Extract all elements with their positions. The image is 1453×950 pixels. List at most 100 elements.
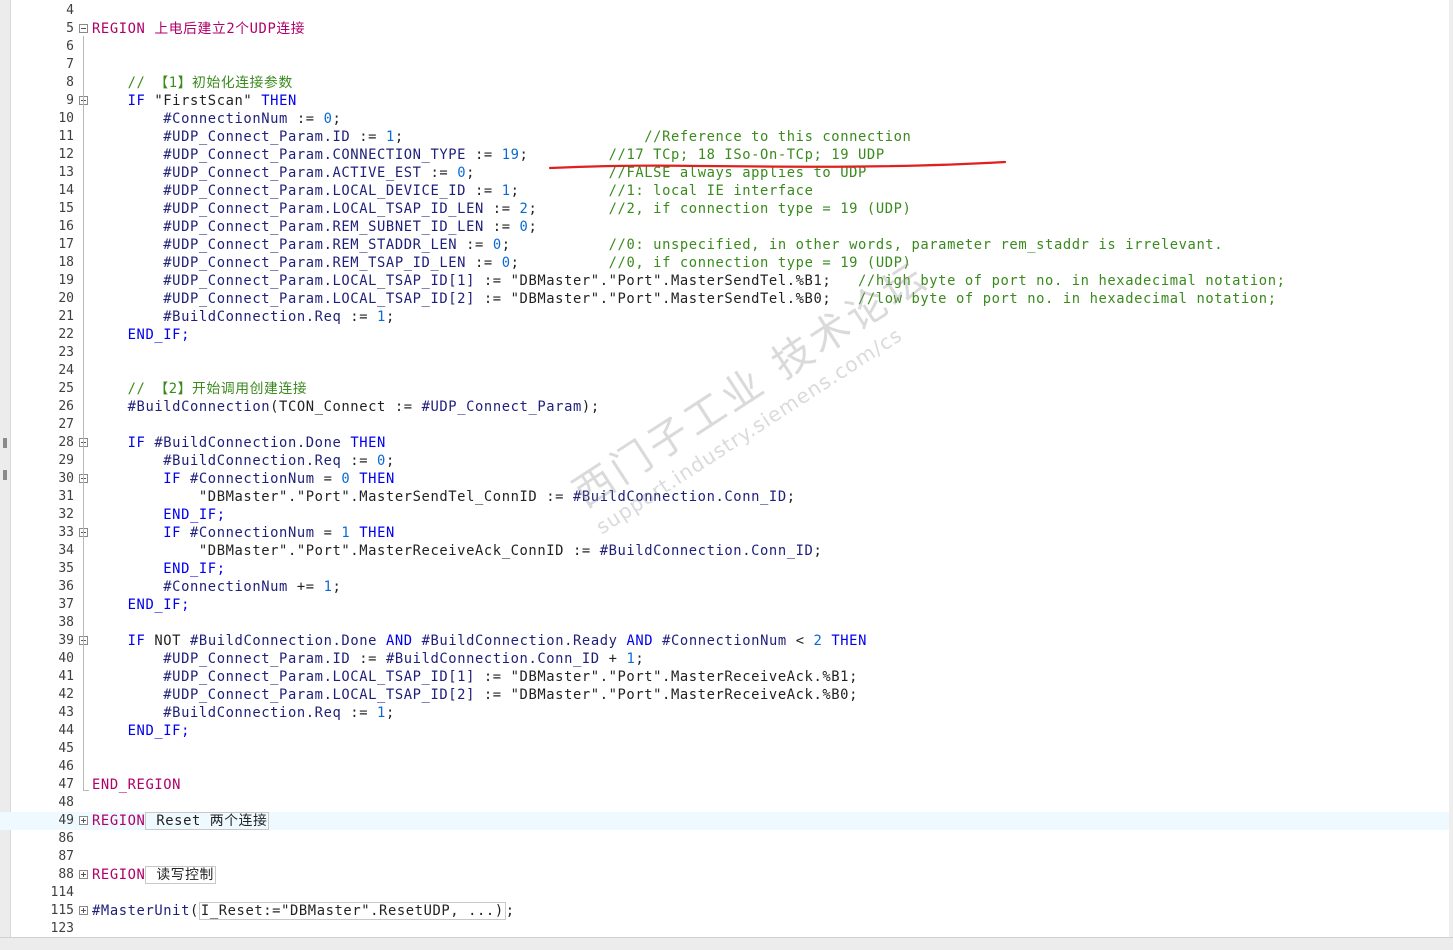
code-line[interactable]: 123 (0, 920, 1453, 938)
code-text[interactable]: END_IF; (92, 722, 190, 740)
code-line[interactable]: 9 IF "FirstScan" THEN (0, 92, 1453, 110)
code-text[interactable]: #ConnectionNum += 1; (92, 578, 341, 596)
code-line[interactable]: 12 #UDP_Connect_Param.CONNECTION_TYPE :=… (0, 146, 1453, 164)
code-line[interactable]: 47 END_REGION (0, 776, 1453, 794)
code-line[interactable]: 32 END_IF; (0, 506, 1453, 524)
code-text[interactable]: IF #ConnectionNum = 0 THEN (92, 470, 395, 488)
code-line[interactable]: 23 (0, 344, 1453, 362)
code-line[interactable]: 16 #UDP_Connect_Param.REM_SUBNET_ID_LEN … (0, 218, 1453, 236)
code-line[interactable]: 114 (0, 884, 1453, 902)
code-line[interactable]: 28 IF #BuildConnection.Done THEN (0, 434, 1453, 452)
vertical-scrollbar[interactable] (1449, 0, 1453, 937)
code-text[interactable]: // 【1】初始化连接参数 (92, 74, 293, 92)
code-text[interactable]: #UDP_Connect_Param.ID := #BuildConnectio… (92, 650, 644, 668)
code-line[interactable]: 115 #MasterUnit(I_Reset:="DBMaster".Reset… (0, 902, 1453, 920)
code-line[interactable]: 13 #UDP_Connect_Param.ACTIVE_EST := 0; /… (0, 164, 1453, 182)
code-line[interactable]: 15 #UDP_Connect_Param.LOCAL_TSAP_ID_LEN … (0, 200, 1453, 218)
code-text[interactable]: IF NOT #BuildConnection.Done AND #BuildC… (92, 632, 867, 650)
code-text[interactable]: #UDP_Connect_Param.LOCAL_TSAP_ID[2] := "… (92, 290, 1277, 308)
code-line[interactable]: 5 REGION 上电后建立2个UDP连接 (0, 20, 1453, 38)
code-line[interactable]: 10 #ConnectionNum := 0; (0, 110, 1453, 128)
code-line[interactable]: 19 #UDP_Connect_Param.LOCAL_TSAP_ID[1] :… (0, 272, 1453, 290)
code-text[interactable]: #UDP_Connect_Param.LOCAL_TSAP_ID[1] := "… (92, 272, 1286, 290)
code-line[interactable]: 30 IF #ConnectionNum = 0 THEN (0, 470, 1453, 488)
code-line[interactable]: 18 #UDP_Connect_Param.REM_TSAP_ID_LEN :=… (0, 254, 1453, 272)
code-text[interactable]: #BuildConnection(TCON_Connect := #UDP_Co… (92, 398, 600, 416)
code-text[interactable]: #BuildConnection.Req := 0; (92, 452, 395, 470)
horizontal-scrollbar[interactable] (0, 937, 1453, 950)
code-line[interactable]: 20 #UDP_Connect_Param.LOCAL_TSAP_ID[2] :… (0, 290, 1453, 308)
code-line[interactable]: 21 #BuildConnection.Req := 1; (0, 308, 1453, 326)
code-line[interactable]: 49 REGION Reset 两个连接 (0, 812, 1453, 830)
code-line[interactable]: 41 #UDP_Connect_Param.LOCAL_TSAP_ID[1] :… (0, 668, 1453, 686)
code-line[interactable]: 43 #BuildConnection.Req := 1; (0, 704, 1453, 722)
code-text[interactable]: REGION 读写控制 (92, 866, 216, 884)
code-line[interactable]: 36 #ConnectionNum += 1; (0, 578, 1453, 596)
code-line[interactable]: 37 END_IF; (0, 596, 1453, 614)
code-line[interactable]: 22 END_IF; (0, 326, 1453, 344)
code-text[interactable]: #UDP_Connect_Param.LOCAL_DEVICE_ID := 1;… (92, 182, 813, 200)
code-line[interactable]: 11 #UDP_Connect_Param.ID := 1; //Referen… (0, 128, 1453, 146)
code-text[interactable]: #UDP_Connect_Param.REM_STADDR_LEN := 0; … (92, 236, 1223, 254)
code-line[interactable]: 33 IF #ConnectionNum = 1 THEN (0, 524, 1453, 542)
code-line[interactable]: 7 (0, 56, 1453, 74)
code-text[interactable]: #UDP_Connect_Param.REM_TSAP_ID_LEN := 0;… (92, 254, 911, 272)
code-line[interactable]: 45 (0, 740, 1453, 758)
code-text[interactable]: REGION 上电后建立2个UDP连接 (92, 20, 305, 38)
code-text[interactable]: #UDP_Connect_Param.LOCAL_TSAP_ID[2] := "… (92, 686, 858, 704)
code-text[interactable]: #MasterUnit(I_Reset:="DBMaster".ResetUDP… (92, 902, 515, 920)
code-line[interactable]: 6 (0, 38, 1453, 56)
collapsed-region-label[interactable]: I_Reset:="DBMaster".ResetUDP, ...) (198, 902, 506, 920)
code-text[interactable]: #UDP_Connect_Param.REM_SUBNET_ID_LEN := … (92, 218, 537, 236)
code-text[interactable]: #BuildConnection.Req := 1; (92, 704, 395, 722)
code-text[interactable]: END_IF; (92, 326, 190, 344)
code-line[interactable]: 25 // 【2】开始调用创建连接 (0, 380, 1453, 398)
code-line[interactable]: 39 IF NOT #BuildConnection.Done AND #Bui… (0, 632, 1453, 650)
code-line[interactable]: 31 "DBMaster"."Port".MasterSendTel_ConnI… (0, 488, 1453, 506)
code-text[interactable]: END_IF; (92, 560, 226, 578)
code-line[interactable]: 86 (0, 830, 1453, 848)
code-line[interactable]: 29 #BuildConnection.Req := 0; (0, 452, 1453, 470)
expand-fold-icon[interactable] (79, 816, 88, 825)
code-text[interactable]: // 【2】开始调用创建连接 (92, 380, 307, 398)
code-line[interactable]: 44 END_IF; (0, 722, 1453, 740)
code-line[interactable]: 40 #UDP_Connect_Param.ID := #BuildConnec… (0, 650, 1453, 668)
collapsed-region-label[interactable]: 读写控制 (145, 866, 216, 884)
code-text[interactable]: #UDP_Connect_Param.LOCAL_TSAP_ID[1] := "… (92, 668, 858, 686)
code-line[interactable]: 14 #UDP_Connect_Param.LOCAL_DEVICE_ID :=… (0, 182, 1453, 200)
scl-code-editor[interactable]: 4 5 REGION 上电后建立2个UDP连接 6 7 8 // 【1】初始化连接参数 9 … (0, 0, 1453, 950)
code-line[interactable]: 4 (0, 2, 1453, 20)
code-text[interactable]: #UDP_Connect_Param.ID := 1; //Reference … (92, 128, 911, 146)
expand-fold-icon[interactable] (79, 870, 88, 879)
code-text[interactable]: IF #ConnectionNum = 1 THEN (92, 524, 395, 542)
code-line[interactable]: 88 REGION 读写控制 (0, 866, 1453, 884)
code-line[interactable]: 26 #BuildConnection(TCON_Connect := #UDP… (0, 398, 1453, 416)
code-line[interactable]: 24 (0, 362, 1453, 380)
collapsed-region-label[interactable]: Reset 两个连接 (145, 812, 270, 830)
code-text[interactable]: END_IF; (92, 506, 226, 524)
code-line[interactable]: 34 "DBMaster"."Port".MasterReceiveAck_Co… (0, 542, 1453, 560)
code-line[interactable]: 38 (0, 614, 1453, 632)
code-text[interactable]: END_IF; (92, 596, 190, 614)
code-line[interactable]: 87 (0, 848, 1453, 866)
code-text[interactable]: IF "FirstScan" THEN (92, 92, 297, 110)
code-text[interactable]: #UDP_Connect_Param.LOCAL_TSAP_ID_LEN := … (92, 200, 911, 218)
code-text[interactable]: #UDP_Connect_Param.ACTIVE_EST := 0; //FA… (92, 164, 867, 182)
code-line[interactable]: 27 (0, 416, 1453, 434)
code-text[interactable]: REGION Reset 两个连接 (92, 812, 270, 830)
code-text[interactable]: END_REGION (92, 776, 181, 794)
code-text[interactable]: #BuildConnection.Req := 1; (92, 308, 395, 326)
code-text[interactable]: #UDP_Connect_Param.CONNECTION_TYPE := 19… (92, 146, 885, 164)
code-text[interactable]: #ConnectionNum := 0; (92, 110, 341, 128)
code-line[interactable]: 17 #UDP_Connect_Param.REM_STADDR_LEN := … (0, 236, 1453, 254)
expand-fold-icon[interactable] (79, 906, 88, 915)
code-text[interactable]: IF #BuildConnection.Done THEN (92, 434, 386, 452)
code-line[interactable]: 46 (0, 758, 1453, 776)
code-line[interactable]: 48 (0, 794, 1453, 812)
code-line[interactable]: 8 // 【1】初始化连接参数 (0, 74, 1453, 92)
code-line[interactable]: 42 #UDP_Connect_Param.LOCAL_TSAP_ID[2] :… (0, 686, 1453, 704)
collapse-fold-icon[interactable] (79, 24, 88, 33)
code-text[interactable]: "DBMaster"."Port".MasterSendTel_ConnID :… (92, 488, 796, 506)
code-line[interactable]: 35 END_IF; (0, 560, 1453, 578)
code-text[interactable]: "DBMaster"."Port".MasterReceiveAck_ConnI… (92, 542, 822, 560)
